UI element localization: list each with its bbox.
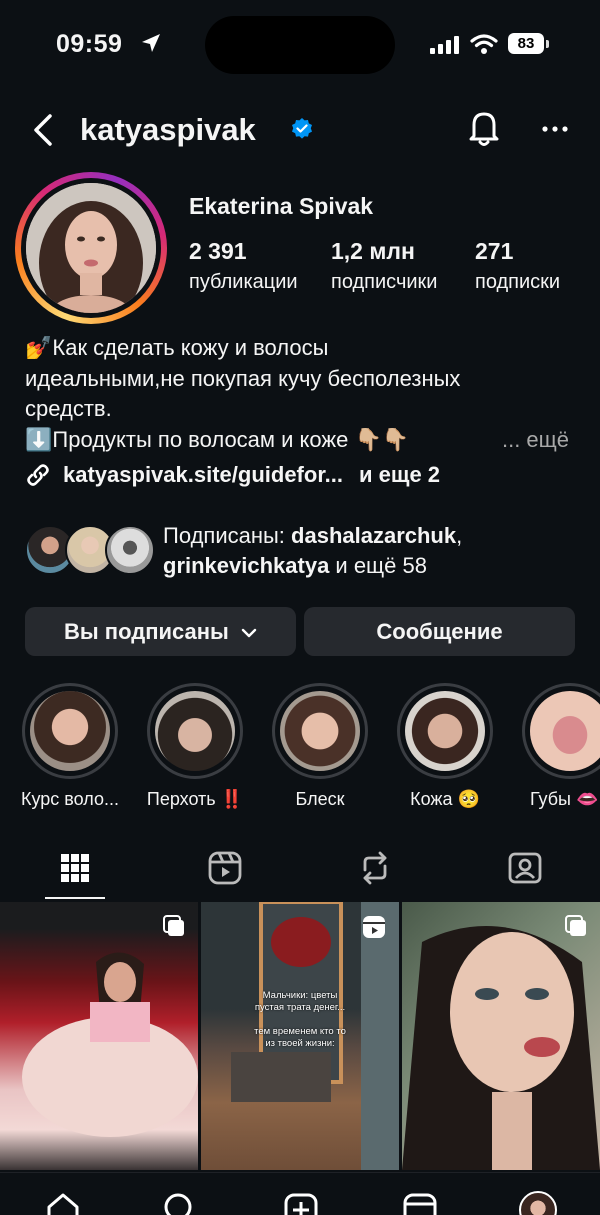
post-tile[interactable] <box>0 902 198 1170</box>
stat-following[interactable]: 271 подписки <box>475 238 560 294</box>
reel-caption-line: тем временем кто то <box>254 1026 346 1037</box>
bio-line: средств. <box>25 396 112 421</box>
reels-icon <box>363 916 385 938</box>
home-icon[interactable] <box>45 1191 81 1215</box>
dynamic-island <box>205 16 395 74</box>
status-bar: 09:59 83 <box>0 0 600 90</box>
highlight-cover <box>280 691 360 771</box>
highlight-label: Перхоть ‼️ <box>146 789 244 809</box>
repost-icon[interactable] <box>355 848 395 888</box>
more-horizontal-icon[interactable] <box>540 114 570 144</box>
post-image <box>22 952 198 1137</box>
message-button-label: Сообщение <box>376 619 503 644</box>
highlight-label: Губы 👄 <box>530 789 599 809</box>
link-icon <box>27 464 49 486</box>
stat-followers[interactable]: 1,2 млн подписчики <box>331 238 437 294</box>
reel-caption-line: из твоей жизни: <box>265 1038 335 1049</box>
followed-by-text: Подписаны: dashalazarchuk, grinkevichkat… <box>163 521 462 581</box>
avatar <box>26 183 156 313</box>
verified-badge-icon <box>292 118 312 139</box>
reel-caption-line: Мальчики: цветы <box>262 990 338 1001</box>
highlight-item[interactable]: Губы 👄 <box>520 683 600 809</box>
highlight-ring <box>22 683 118 779</box>
active-tab-indicator <box>45 897 105 899</box>
bell-icon[interactable] <box>466 108 502 148</box>
stat-label: подписки <box>475 271 561 293</box>
highlight-label: Кожа 🥺 <box>410 789 480 809</box>
profile-bio: 💅Как сделать кожу и волосы идеальными,не… <box>25 333 585 455</box>
post-tile[interactable]: Мальчики: цветы пустая трата денег... те… <box>201 902 399 1170</box>
chevron-down-icon <box>241 628 257 638</box>
bio-more-link[interactable]: ... ещё <box>502 425 569 456</box>
highlight-ring <box>397 683 493 779</box>
highlight-item[interactable]: Курс воло... <box>20 683 120 809</box>
highlight-item[interactable]: Блеск <box>270 683 370 809</box>
followed-user[interactable]: dashalazarchuk <box>291 523 456 548</box>
stat-value: 271 <box>475 238 514 264</box>
highlight-label: Блеск <box>295 789 345 809</box>
post-image <box>402 926 600 1170</box>
bio-line-with-more: ⬇️Продукты по волосам и коже 👇🏼👇🏼 ... ещ… <box>25 425 585 456</box>
profile-link-text[interactable]: katyaspivak.site/guidefor... <box>63 462 343 488</box>
highlight-item[interactable]: Кожа 🥺 <box>395 683 495 809</box>
profile-avatar-icon[interactable] <box>519 1191 557 1215</box>
cellular-signal-icon <box>430 36 459 54</box>
chevron-left-icon[interactable] <box>28 110 58 150</box>
profile-link[interactable]: katyaspivak.site/guidefor... и еще 2 <box>25 462 440 488</box>
posts-grid: Мальчики: цветы пустая трата денег... те… <box>0 902 600 1170</box>
profile-link-extra[interactable]: и еще 2 <box>359 462 440 488</box>
avatar-illustration <box>26 183 156 313</box>
reels-icon[interactable] <box>402 1191 438 1215</box>
grid-icon[interactable] <box>55 848 95 888</box>
highlight-label: Курс воло... <box>21 789 119 809</box>
reel-caption-line: пустая трата денег... <box>254 1002 346 1013</box>
profile-header: katyaspivak <box>0 100 600 160</box>
create-icon[interactable] <box>283 1191 319 1215</box>
avatar-gap <box>21 178 161 318</box>
reels-icon[interactable] <box>205 848 245 888</box>
avatar-story-ring[interactable] <box>15 172 167 324</box>
status-time: 09:59 <box>56 30 123 58</box>
reel-caption: Мальчики: цветы пустая трата денег... те… <box>201 990 399 1050</box>
highlight-cover <box>405 691 485 771</box>
post-tile[interactable] <box>402 902 600 1170</box>
battery-cap <box>546 40 549 48</box>
highlight-ring <box>147 683 243 779</box>
highlight-item[interactable]: Перхоть ‼️ <box>145 683 245 809</box>
profile-full-name: Ekaterina Spivak <box>189 193 374 219</box>
profile-tabs <box>0 840 600 900</box>
following-button[interactable]: Вы подписаны <box>25 607 296 656</box>
location-arrow-icon <box>142 34 160 52</box>
profile-username: katyaspivak <box>80 112 256 147</box>
highlight-ring <box>522 683 600 779</box>
followed-by[interactable]: Подписаны: dashalazarchuk, grinkevichkat… <box>25 521 585 581</box>
stat-posts[interactable]: 2 391 публикации <box>189 238 298 294</box>
bio-line: 💅Как сделать кожу и волосы <box>25 335 329 360</box>
wifi-icon <box>470 34 498 54</box>
stat-value: 1,2 млн <box>331 238 415 264</box>
message-button[interactable]: Сообщение <box>304 607 575 656</box>
highlight-cover <box>155 691 235 771</box>
followed-separator: , <box>456 523 463 548</box>
highlight-cover <box>30 691 110 771</box>
bottom-navigation <box>0 1172 600 1215</box>
search-icon[interactable] <box>161 1191 197 1215</box>
highlight-ring <box>272 683 368 779</box>
bio-line: идеальными,не покупая кучу бесполезных <box>25 365 461 391</box>
followed-suffix: и ещё 58 <box>329 553 427 578</box>
stat-value: 2 391 <box>189 238 247 264</box>
tagged-icon[interactable] <box>505 848 545 888</box>
stat-label: публикации <box>189 271 298 293</box>
followed-prefix: Подписаны: <box>163 523 292 548</box>
stat-label: подписчики <box>331 271 438 293</box>
carousel-icon <box>163 915 184 936</box>
carousel-icon <box>565 915 586 936</box>
bio-line: ⬇️Продукты по волосам и коже 👇🏼👇🏼 <box>25 426 410 452</box>
battery-indicator: 83 <box>508 33 544 54</box>
highlight-cover <box>530 691 600 771</box>
followed-user[interactable]: grinkevichkatya <box>163 553 329 578</box>
following-button-label: Вы подписаны <box>64 619 229 644</box>
follower-avatar <box>105 525 155 575</box>
